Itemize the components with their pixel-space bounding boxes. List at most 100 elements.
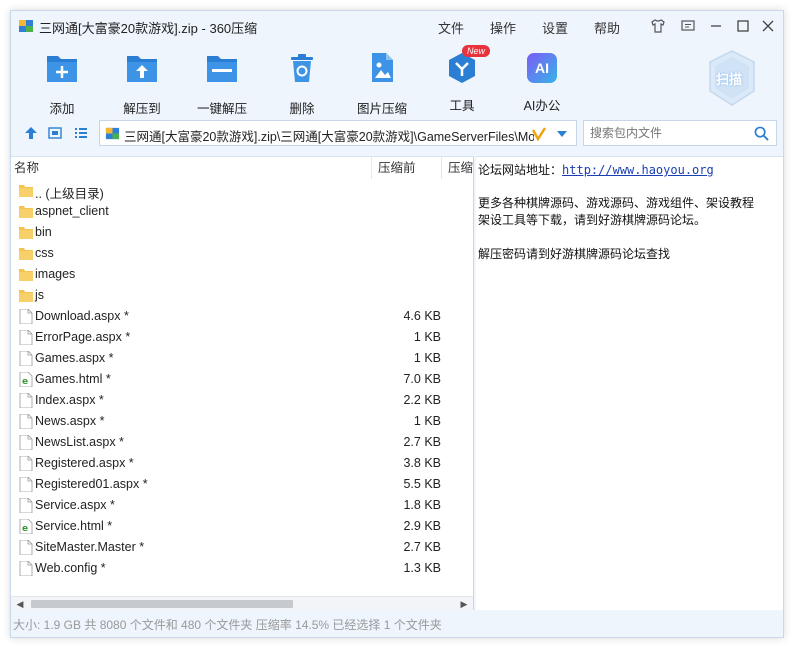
folder-row[interactable]: css xyxy=(11,243,473,264)
ai-office-button[interactable]: AI AI办公 xyxy=(507,51,577,114)
comment-line-4: 解压密码请到好游棋牌源码论坛查找 xyxy=(478,247,671,261)
file-icon xyxy=(19,330,33,345)
image-compress-button[interactable]: 图片压缩 xyxy=(347,51,417,117)
file-size: 1.3 KB xyxy=(403,561,441,575)
menu-settings[interactable]: 设置 xyxy=(542,18,568,37)
file-row[interactable]: Web.config * 1.3 KB xyxy=(11,558,473,579)
file-name: Registered.aspx * xyxy=(35,456,134,470)
file-row[interactable]: ErrorPage.aspx * 1 KB xyxy=(11,327,473,348)
extract-to-icon xyxy=(127,56,157,82)
folder-row[interactable]: images xyxy=(11,264,473,285)
folder-icon xyxy=(19,290,33,302)
folder-row[interactable]: js xyxy=(11,285,473,306)
menu-file[interactable]: 文件 xyxy=(438,18,464,37)
address-path: 三网通[大富豪20款游戏].zip\三网通[大富豪20款游戏]\GameServ… xyxy=(124,130,534,144)
tools-button[interactable]: New 工具 xyxy=(427,45,497,114)
feedback-icon[interactable] xyxy=(679,17,697,35)
file-row[interactable]: e Service.html * 2.9 KB xyxy=(11,516,473,537)
up-arrow-icon[interactable] xyxy=(23,125,39,141)
skin-icon[interactable] xyxy=(649,17,667,35)
folder-row[interactable]: bin xyxy=(11,222,473,243)
file-row[interactable]: e Games.html * 7.0 KB xyxy=(11,369,473,390)
column-divider[interactable] xyxy=(441,157,442,179)
comment-line-2: 更多各种棋牌源码、游戏源码、游戏组件、架设教程 xyxy=(478,196,755,210)
maximize-icon[interactable] xyxy=(734,17,752,35)
scroll-right-icon[interactable]: ▶ xyxy=(457,597,471,610)
add-label: 添加 xyxy=(49,102,75,116)
add-button[interactable]: 添加 xyxy=(27,51,97,117)
list-view-icon[interactable] xyxy=(73,125,89,141)
file-icon xyxy=(19,309,33,324)
file-row[interactable]: News.aspx * 1 KB xyxy=(11,411,473,432)
add-icon xyxy=(47,56,77,82)
file-name: Games.html * xyxy=(35,372,111,386)
folder-row[interactable]: aspnet_client xyxy=(11,201,473,222)
delete-label: 删除 xyxy=(289,102,315,116)
scrollbar-thumb[interactable] xyxy=(31,600,293,608)
column-compressed-size[interactable]: 压缩 xyxy=(448,157,473,179)
address-bar[interactable]: 三网通[大富豪20款游戏].zip\三网通[大富豪20款游戏]\GameServ… xyxy=(99,120,577,146)
file-size: 2.2 KB xyxy=(403,393,441,407)
minimize-icon[interactable] xyxy=(707,17,725,35)
search-box xyxy=(583,120,777,146)
search-input[interactable] xyxy=(584,121,744,145)
extract-to-button[interactable]: 解压到 xyxy=(107,51,177,117)
one-click-extract-icon xyxy=(207,56,237,82)
file-name: Web.config * xyxy=(35,561,106,575)
folder-icon xyxy=(19,227,33,239)
file-name: SiteMaster.Master * xyxy=(35,540,145,554)
delete-button[interactable]: 删除 xyxy=(267,51,337,117)
file-size: 5.5 KB xyxy=(403,477,441,491)
close-icon[interactable] xyxy=(759,17,777,35)
extract-to-label: 解压到 xyxy=(123,102,161,116)
image-compress-label: 图片压缩 xyxy=(356,102,407,116)
file-name: ErrorPage.aspx * xyxy=(35,330,131,344)
one-click-extract-button[interactable]: 一键解压 xyxy=(187,51,257,117)
column-name[interactable]: 名称 xyxy=(14,157,39,179)
file-icon xyxy=(19,351,33,366)
file-row[interactable]: Index.aspx * 2.2 KB xyxy=(11,390,473,411)
file-row[interactable]: NewsList.aspx * 2.7 KB xyxy=(11,432,473,453)
title-bar: 三网通[大富豪20款游戏].zip - 360压缩 文件 操作 设置 帮助 xyxy=(11,11,783,41)
chevron-down-icon[interactable] xyxy=(556,130,568,138)
file-name: js xyxy=(35,288,45,302)
file-name: Service.html * xyxy=(35,519,113,533)
menu-help[interactable]: 帮助 xyxy=(594,18,620,37)
search-icon[interactable] xyxy=(754,126,769,141)
file-size: 2.9 KB xyxy=(403,519,441,533)
file-size: 7.0 KB xyxy=(403,372,441,386)
file-size: 1.8 KB xyxy=(403,498,441,512)
menu-operation[interactable]: 操作 xyxy=(490,18,516,37)
file-row[interactable]: SiteMaster.Master * 2.7 KB xyxy=(11,537,473,558)
horizontal-scrollbar[interactable]: ◀ ▶ xyxy=(11,596,473,610)
file-row[interactable]: Games.aspx * 1 KB xyxy=(11,348,473,369)
toolbar: 添加 解压到 一键解压 删除 图片压缩 New 工具 AI AI办公 xyxy=(11,43,783,117)
scroll-left-icon[interactable]: ◀ xyxy=(13,597,27,610)
file-icon xyxy=(19,414,33,429)
app-window: 三网通[大富豪20款游戏].zip - 360压缩 文件 操作 设置 帮助 添加… xyxy=(10,10,784,638)
file-name: NewsList.aspx * xyxy=(35,435,124,449)
column-original-size[interactable]: 压缩前 xyxy=(378,157,416,179)
svg-text:e: e xyxy=(22,377,28,387)
scan-label: 扫描 xyxy=(716,72,743,87)
file-row[interactable]: Download.aspx * 4.6 KB xyxy=(11,306,473,327)
folder-row[interactable]: .. (上级目录) xyxy=(11,180,473,201)
column-divider[interactable] xyxy=(371,157,372,179)
thumbnail-view-icon[interactable] xyxy=(47,125,63,141)
html-file-icon: e xyxy=(19,519,33,534)
file-size: 4.6 KB xyxy=(403,309,441,323)
trash-icon xyxy=(291,54,313,82)
forum-address-label: 论坛网站地址： xyxy=(478,163,563,177)
file-name: .. (上级目录) xyxy=(35,187,104,201)
file-row[interactable]: Registered.aspx * 3.8 KB xyxy=(11,453,473,474)
file-name: bin xyxy=(35,225,52,239)
scan-button[interactable]: 扫描 xyxy=(706,49,758,107)
file-row[interactable]: Registered01.aspx * 5.5 KB xyxy=(11,474,473,495)
file-row[interactable]: Service.aspx * 1.8 KB xyxy=(11,495,473,516)
forum-link[interactable]: http://www.haoyou.org xyxy=(562,163,714,177)
file-size: 1 KB xyxy=(413,330,441,344)
file-icon xyxy=(19,498,33,513)
folder-icon xyxy=(19,248,33,260)
tools-label: 工具 xyxy=(449,99,475,113)
one-click-extract-label: 一键解压 xyxy=(196,102,247,116)
